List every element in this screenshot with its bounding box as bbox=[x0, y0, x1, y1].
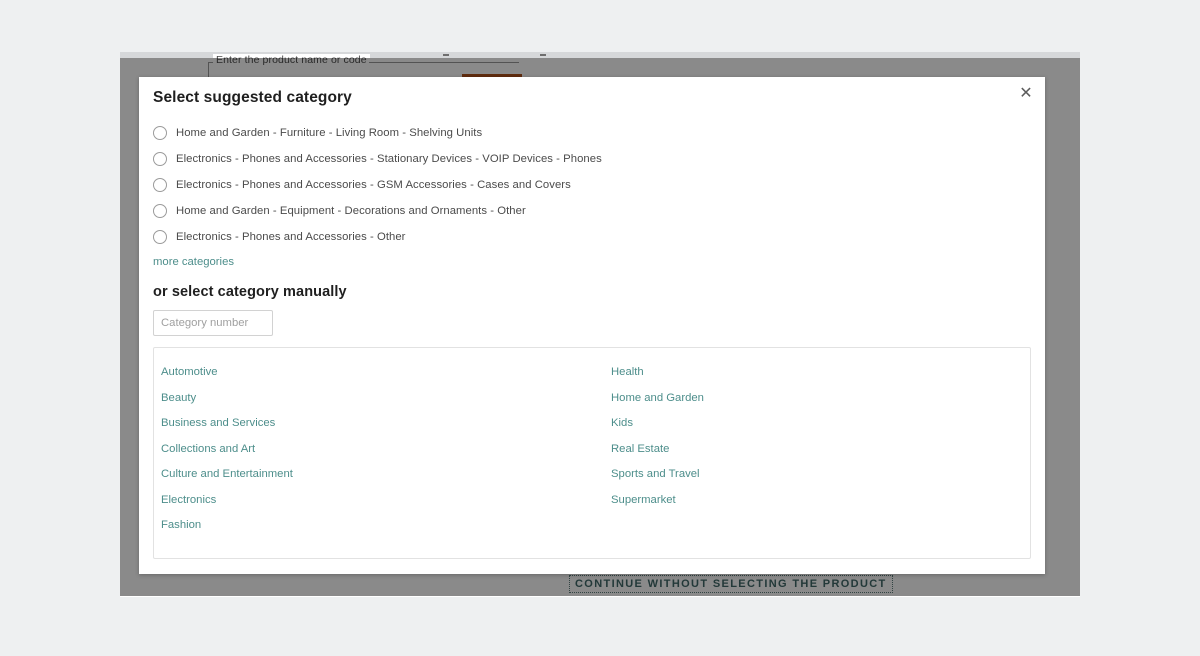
radio-icon[interactable] bbox=[153, 230, 167, 244]
suggested-category-option[interactable]: Electronics - Phones and Accessories - S… bbox=[153, 146, 1031, 172]
suggested-category-label: Electronics - Phones and Accessories - S… bbox=[176, 153, 602, 165]
suggested-category-list: Home and Garden - Furniture - Living Roo… bbox=[153, 120, 1031, 250]
category-link[interactable]: Culture and Entertainment bbox=[161, 462, 580, 488]
category-number-input[interactable] bbox=[153, 310, 273, 336]
suggested-category-label: Electronics - Phones and Accessories - O… bbox=[176, 231, 406, 243]
more-categories-link[interactable]: more categories bbox=[153, 256, 234, 268]
category-link[interactable]: Electronics bbox=[161, 488, 580, 514]
category-link[interactable]: Sports and Travel bbox=[611, 462, 1030, 488]
dialog-title: Select suggested category bbox=[153, 89, 352, 106]
category-link[interactable]: Supermarket bbox=[611, 488, 1030, 514]
select-category-dialog: ✕ Select suggested category Home and Gar… bbox=[139, 77, 1045, 574]
radio-icon[interactable] bbox=[153, 126, 167, 140]
category-list-box: Automotive Beauty Business and Services … bbox=[153, 347, 1031, 559]
category-link[interactable]: Kids bbox=[611, 411, 1030, 437]
category-link[interactable]: Real Estate bbox=[611, 437, 1030, 463]
category-link[interactable]: Collections and Art bbox=[161, 437, 580, 463]
suggested-category-option[interactable]: Home and Garden - Furniture - Living Roo… bbox=[153, 120, 1031, 146]
dialog-body: Select suggested category Home and Garde… bbox=[153, 89, 1031, 564]
radio-icon[interactable] bbox=[153, 178, 167, 192]
suggested-category-option[interactable]: Home and Garden - Equipment - Decoration… bbox=[153, 198, 1031, 224]
suggested-category-label: Home and Garden - Equipment - Decoration… bbox=[176, 205, 526, 217]
category-link[interactable]: Home and Garden bbox=[611, 386, 1030, 412]
suggested-category-option[interactable]: Electronics - Phones and Accessories - G… bbox=[153, 172, 1031, 198]
category-link[interactable]: Health bbox=[611, 360, 1030, 386]
radio-icon[interactable] bbox=[153, 152, 167, 166]
category-link[interactable]: Automotive bbox=[161, 360, 580, 386]
category-column-right: Health Home and Garden Kids Real Estate … bbox=[580, 360, 1030, 558]
category-link[interactable]: Fashion bbox=[161, 513, 580, 539]
category-link[interactable]: Beauty bbox=[161, 386, 580, 412]
category-link[interactable]: Business and Services bbox=[161, 411, 580, 437]
suggested-category-label: Home and Garden - Furniture - Living Roo… bbox=[176, 127, 483, 139]
suggested-category-option[interactable]: Electronics - Phones and Accessories - O… bbox=[153, 224, 1031, 250]
category-column-left: Automotive Beauty Business and Services … bbox=[161, 360, 580, 558]
top-strip-mark bbox=[443, 54, 449, 56]
top-strip-mark bbox=[540, 54, 546, 56]
manual-selection-title: or select category manually bbox=[153, 284, 347, 300]
radio-icon[interactable] bbox=[153, 204, 167, 218]
suggested-category-label: Electronics - Phones and Accessories - G… bbox=[176, 179, 571, 191]
